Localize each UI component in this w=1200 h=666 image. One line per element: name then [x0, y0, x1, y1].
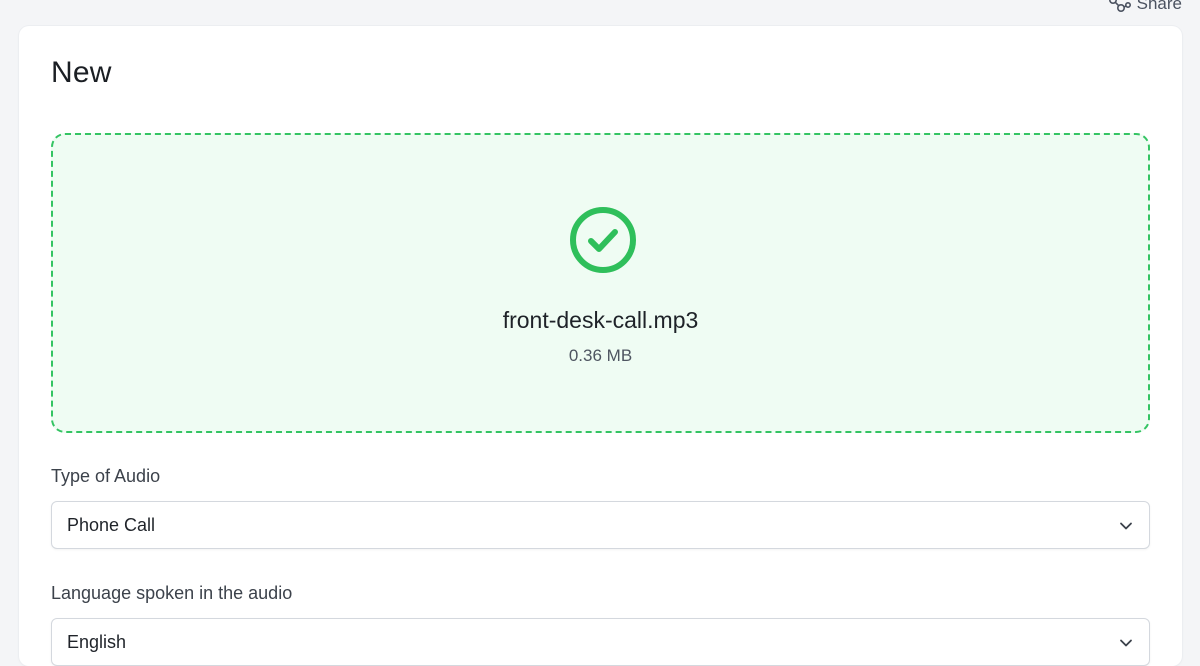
share-label: Share	[1136, 0, 1182, 13]
file-name: front-desk-call.mp3	[502, 307, 699, 333]
share-button[interactable]: Share	[1108, 0, 1182, 14]
share-icon	[1108, 0, 1131, 12]
page-title: New	[51, 56, 112, 89]
audio-type-value: Phone Call	[67, 515, 156, 535]
check-circle-icon	[568, 205, 638, 280]
chevron-down-icon	[1119, 519, 1133, 538]
main-card: New front-desk-call.mp3 0.36 MB Type of …	[19, 26, 1182, 666]
file-size: 0.36 MB	[568, 346, 633, 365]
audio-type-label: Type of Audio	[51, 466, 161, 486]
audio-type-select[interactable]: Phone Call	[51, 501, 1150, 549]
upload-dropzone[interactable]: front-desk-call.mp3 0.36 MB	[51, 133, 1150, 433]
chevron-down-icon	[1119, 636, 1133, 655]
language-select[interactable]: English	[51, 618, 1150, 666]
language-label: Language spoken in the audio	[51, 583, 293, 603]
language-value: English	[67, 632, 127, 652]
